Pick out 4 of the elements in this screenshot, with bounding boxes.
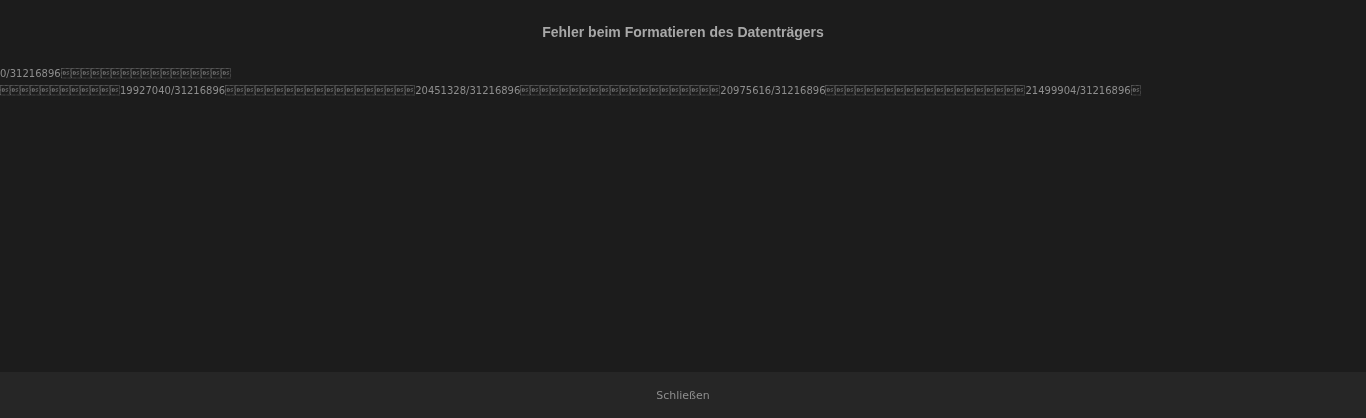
close-button[interactable]: Schließen (644, 382, 722, 408)
error-message-line: 19927040/3121689620451328/3121689620975616/3121689621499904/31216896 (0, 84, 1141, 98)
error-message-line: 0/31216896 (0, 67, 231, 81)
dialog-title: Fehler beim Formatieren des Datenträgers (542, 24, 824, 40)
